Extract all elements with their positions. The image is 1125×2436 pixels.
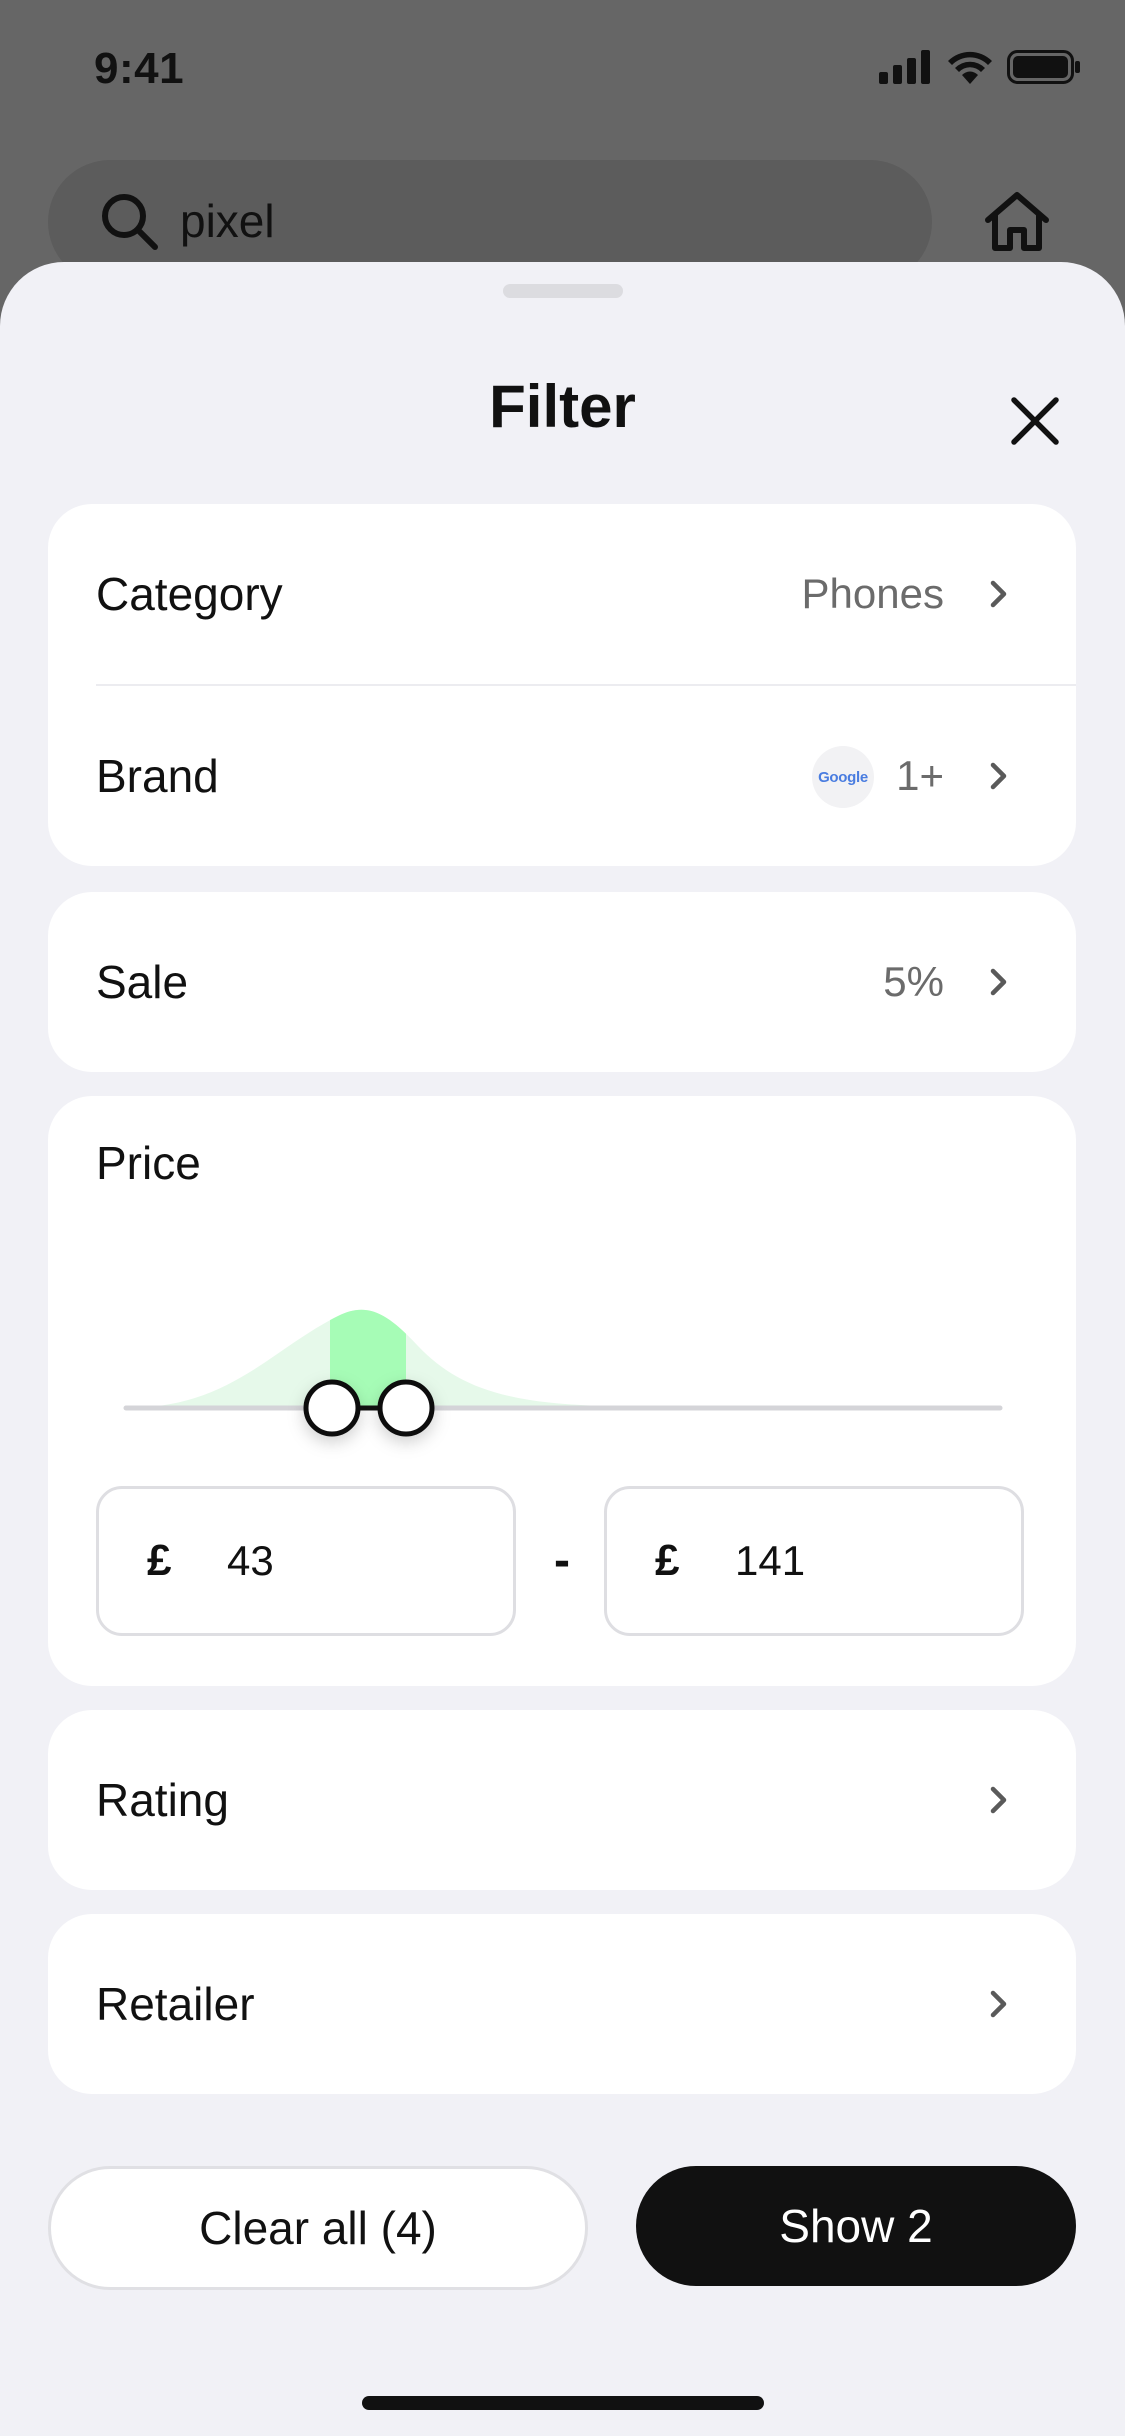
status-icons	[879, 50, 1081, 84]
status-time: 9:41	[94, 44, 185, 93]
rating-label: Rating	[96, 1774, 229, 1826]
category-brand-card: Category Phones Brand Google 1+	[48, 504, 1076, 866]
rating-row[interactable]: Rating	[48, 1710, 1076, 1890]
category-label: Category	[96, 568, 283, 620]
brand-count: 1+	[896, 752, 944, 799]
retailer-card: Retailer	[48, 1914, 1076, 2094]
wifi-icon	[948, 51, 992, 84]
retailer-row[interactable]: Retailer	[48, 1914, 1076, 2094]
price-min-value[interactable]: 43	[227, 1489, 274, 1633]
home-icon[interactable]	[982, 190, 1052, 254]
price-card: Price £ 43 - £ 141	[48, 1096, 1076, 1686]
sheet-title: Filter	[489, 373, 636, 440]
chevron-right-icon	[990, 1990, 1007, 2018]
brand-row[interactable]: Brand Google 1+	[48, 686, 1076, 866]
cellular-signal-icon	[879, 50, 930, 84]
brand-logo-text: Google	[818, 768, 868, 786]
sale-row[interactable]: Sale 5%	[48, 892, 1076, 1072]
price-range-slider[interactable]	[48, 1096, 1076, 1476]
chevron-right-icon	[990, 1786, 1007, 1814]
retailer-label: Retailer	[96, 1978, 255, 2030]
price-max-field[interactable]: £ 141	[604, 1486, 1024, 1636]
chevron-right-icon	[990, 968, 1007, 996]
sale-label: Sale	[96, 956, 189, 1008]
slider-max-handle[interactable]	[377, 1379, 435, 1437]
filter-sheet: Filter Category Phones Brand Google 1+ S…	[0, 262, 1125, 2436]
google-logo: Google	[812, 746, 874, 808]
currency-symbol: £	[147, 1536, 172, 1585]
chevron-right-icon	[990, 762, 1007, 790]
category-row[interactable]: Category Phones	[48, 504, 1076, 684]
search-input[interactable]: pixel	[180, 194, 275, 248]
slider-min-handle[interactable]	[303, 1379, 361, 1437]
clear-all-button[interactable]: Clear all (4)	[48, 2166, 588, 2290]
sale-card: Sale 5%	[48, 892, 1076, 1072]
close-button[interactable]	[1000, 386, 1070, 456]
price-max-value[interactable]: 141	[735, 1489, 805, 1633]
currency-symbol: £	[655, 1536, 680, 1585]
show-results-button[interactable]: Show 2	[636, 2166, 1076, 2286]
home-indicator[interactable]	[362, 2396, 764, 2410]
category-value: Phones	[801, 570, 944, 617]
rating-card: Rating	[48, 1710, 1076, 1890]
brand-label: Brand	[96, 750, 219, 802]
price-range-separator: -	[554, 1534, 570, 1587]
sheet-grabber[interactable]	[503, 284, 623, 298]
sale-value: 5%	[883, 958, 944, 1005]
price-min-field[interactable]: £ 43	[96, 1486, 516, 1636]
chevron-right-icon	[990, 580, 1007, 608]
status-bar: 9:41	[0, 0, 1125, 140]
battery-icon	[1007, 50, 1080, 84]
close-icon	[1011, 397, 1059, 445]
search-icon	[102, 194, 158, 250]
